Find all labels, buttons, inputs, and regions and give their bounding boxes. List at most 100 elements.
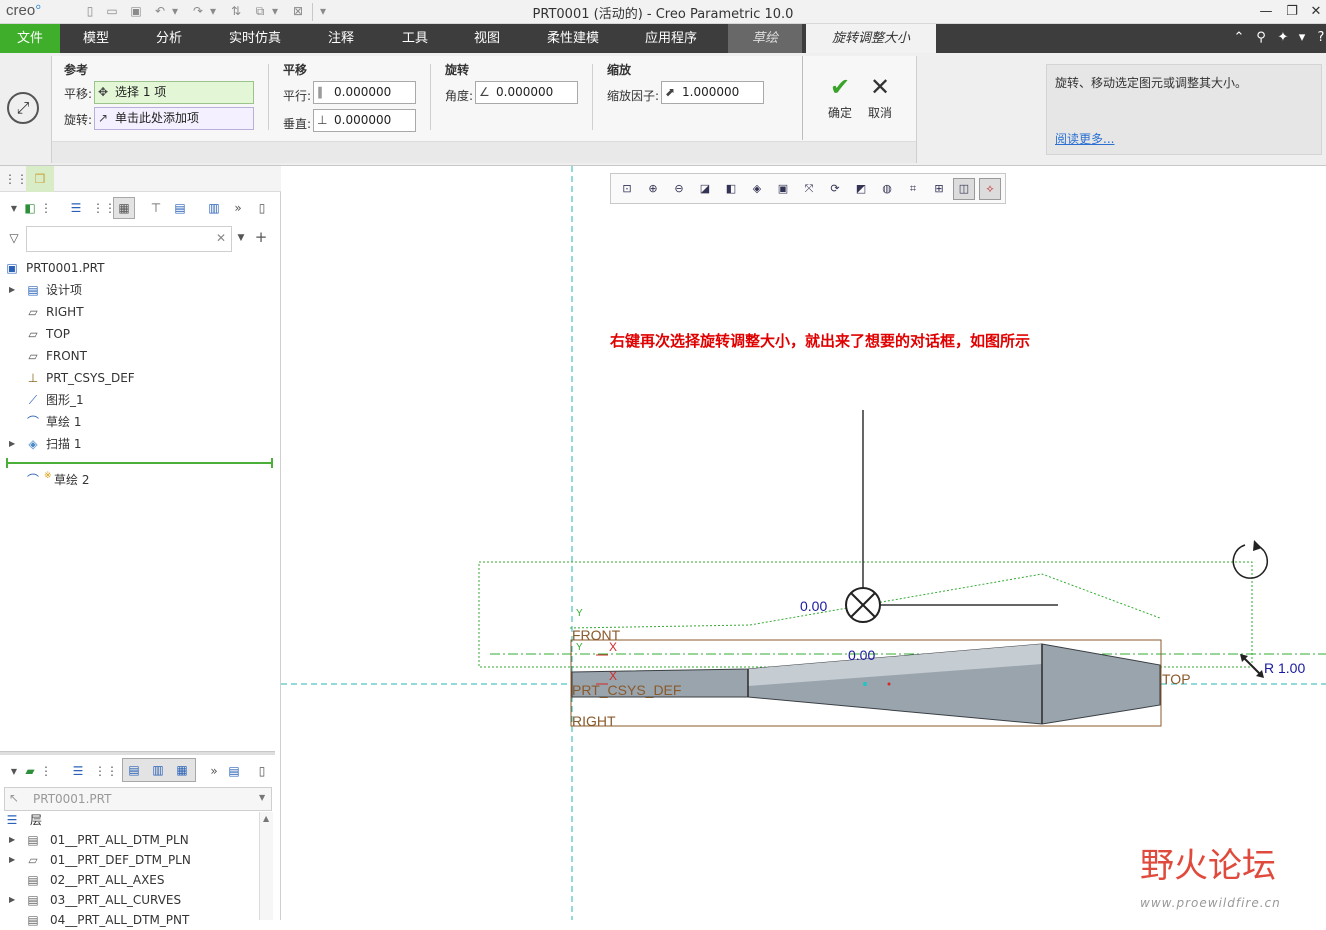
tab-live-simulation[interactable]: 实时仿真 — [218, 24, 292, 53]
parallel-input[interactable]: ∥ 0.000000 — [313, 81, 416, 104]
clear-search-icon[interactable]: ✕ — [213, 230, 229, 246]
expand-arrow-icon[interactable]: ▶ — [9, 830, 15, 850]
scroll-up-icon[interactable]: ▲ — [263, 814, 269, 823]
tab-analysis[interactable]: 分析 — [140, 24, 198, 53]
tree-item-csys[interactable]: ⊥ PRT_CSYS_DEF — [0, 367, 276, 389]
datum-display-icon[interactable]: ⌗ — [903, 180, 923, 198]
view-manager-icon[interactable]: ▣ — [773, 180, 793, 198]
tree-collapse-arrow-icon[interactable]: ▼ — [6, 201, 22, 217]
tree-item-graph[interactable]: ⟋ 图形_1 — [0, 389, 276, 411]
layer-list-icon[interactable]: ☰ — [70, 763, 86, 779]
tree-item-design-items[interactable]: ▶ ▤ 设计项 — [0, 279, 276, 301]
close-button[interactable]: ✕ — [1304, 2, 1326, 22]
ribbon-options-strip[interactable] — [52, 141, 916, 163]
layer-isolate-icon[interactable]: ▦ — [174, 762, 190, 778]
perpendicular-input[interactable]: ⊥ 0.000000 — [313, 109, 416, 132]
perspective-icon[interactable]: ⤧ — [799, 180, 819, 198]
tree-item-front[interactable]: ▱ FRONT — [0, 345, 276, 367]
minimize-button[interactable]: — — [1254, 2, 1278, 22]
section-icon[interactable]: ◩ — [851, 180, 871, 198]
expand-arrow-icon[interactable]: ▶ — [9, 279, 15, 301]
tab-tools[interactable]: 工具 — [386, 24, 444, 53]
model-tree-tab-icon[interactable]: ⋮⋮ — [4, 171, 28, 187]
tab-view[interactable]: 视图 — [458, 24, 516, 53]
display-style-icon[interactable]: ◧ — [721, 180, 741, 198]
tree-columns-icon[interactable]: ⋮⋮ — [92, 200, 116, 216]
tree-columns-setup-icon[interactable]: ▥ — [206, 200, 222, 216]
layer-root-item[interactable]: ☰ 层 — [0, 810, 262, 830]
layer-item[interactable]: ▶ ▤ 03__PRT_ALL_CURVES — [0, 890, 262, 910]
tree-item-sketch2[interactable]: ⌒ ※ 草绘 2 — [0, 469, 276, 491]
spin-center-icon[interactable]: ⟳ — [825, 180, 845, 198]
layer-model-selector[interactable]: ↖ PRT0001.PRT ▼ — [4, 787, 272, 811]
tree-filter-icon[interactable]: ⊤ — [148, 200, 164, 216]
read-more-link[interactable]: 阅读更多... — [1055, 130, 1114, 147]
rotate-collector[interactable]: ↗ 单击此处添加项 — [94, 107, 254, 130]
scale-handle-icon[interactable] — [1242, 656, 1262, 676]
appearance-icon[interactable]: ◍ — [877, 180, 897, 198]
tree-item-top[interactable]: ▱ TOP — [0, 323, 276, 345]
layer-options-icon[interactable]: ⋮ — [38, 763, 54, 779]
zoom-fit-icon[interactable]: ⊡ — [617, 180, 637, 198]
tree-list-icon[interactable]: ☰ — [68, 200, 84, 216]
layer-scrollbar[interactable]: ▲ — [259, 812, 273, 920]
expand-arrow-icon[interactable]: ▶ — [9, 890, 15, 910]
layer-tree-icon[interactable]: ▰ — [22, 763, 38, 779]
tree-root-item[interactable]: ▣ PRT0001.PRT — [0, 257, 276, 279]
zoom-out-icon[interactable]: ⊖ — [669, 180, 689, 198]
filter-dropdown-icon[interactable]: ▼ — [233, 230, 249, 246]
zoom-in-icon[interactable]: ⊕ — [643, 180, 663, 198]
annotation-display-icon[interactable]: ⊞ — [929, 180, 949, 198]
tree-settings-icon[interactable]: ▦ — [113, 197, 135, 219]
layer-collapse-arrow-icon[interactable]: ▼ — [6, 764, 22, 780]
tab-sketch[interactable]: 草绘 — [728, 24, 802, 53]
tree-item-sweep1[interactable]: ▶ ◈ 扫描 1 — [0, 433, 276, 455]
more-icon[interactable]: » — [230, 200, 246, 216]
layer-hide-icon[interactable]: ▥ — [150, 762, 166, 778]
more-icon[interactable]: » — [206, 763, 222, 779]
rotate-handle-icon[interactable] — [1232, 544, 1268, 579]
help-icon[interactable]: ? — [1312, 29, 1326, 47]
translate-collector[interactable]: ✥ 选择 1 项 — [94, 81, 254, 104]
tab-flexible-modeling[interactable]: 柔性建模 — [536, 24, 610, 53]
chevron-up-icon[interactable]: ⌃ — [1230, 29, 1248, 47]
tab-rotate-resize[interactable]: 旋转调整大小 — [806, 24, 936, 53]
layer-columns-icon[interactable]: ⋮⋮ — [94, 763, 118, 779]
angle-input[interactable]: ∠ 0.000000 — [475, 81, 578, 104]
layer-show-icon[interactable]: ▤ — [126, 762, 142, 778]
tree-item-right[interactable]: ▱ RIGHT — [0, 301, 276, 323]
dimension-left[interactable]: 0.00 — [800, 598, 827, 614]
layer-item[interactable]: ▶ ▱ 01__PRT_DEF_DTM_PLN — [0, 850, 262, 870]
settings-dropdown-icon[interactable]: ▾ — [1296, 29, 1308, 47]
tree-item-sketch1[interactable]: ⌒ 草绘 1 — [0, 411, 276, 433]
tree-document-icon[interactable]: ▯ — [254, 200, 270, 216]
tab-applications[interactable]: 应用程序 — [634, 24, 708, 53]
filter-icon[interactable]: ▽ — [6, 230, 22, 246]
expand-arrow-icon[interactable]: ▶ — [9, 850, 15, 870]
tree-search-input[interactable] — [26, 226, 232, 252]
dimension-center[interactable]: 0.00 — [848, 647, 875, 663]
sketch-view-icon[interactable]: ◫ — [953, 178, 975, 200]
panel-splitter[interactable] — [0, 751, 275, 755]
insert-here-line[interactable] — [6, 462, 273, 464]
layer-item[interactable]: ▤ 04__PRT_ALL_DTM_PNT — [0, 910, 262, 930]
layer-properties-icon[interactable]: ▤ — [226, 763, 242, 779]
scale-factor-input[interactable]: ⬈ 1.000000 — [661, 81, 764, 104]
maximize-button[interactable]: ❐ — [1280, 2, 1304, 22]
repaint-icon[interactable]: ◪ — [695, 180, 715, 198]
cancel-button[interactable]: ✕ 取消 — [862, 74, 898, 120]
layer-item[interactable]: ▶ ▤ 01__PRT_ALL_DTM_PLN — [0, 830, 262, 850]
expand-arrow-icon[interactable]: ▶ — [9, 433, 15, 455]
tab-file[interactable]: 文件 — [0, 24, 60, 53]
layer-item[interactable]: ▤ 02__PRT_ALL_AXES — [0, 870, 262, 890]
tab-model[interactable]: 模型 — [66, 24, 126, 53]
saved-views-icon[interactable]: ◈ — [747, 180, 767, 198]
model-tree-icon[interactable]: ◧ — [22, 200, 38, 216]
tree-show-icon[interactable]: ▤ — [172, 200, 188, 216]
ok-button[interactable]: ✔ 确定 — [823, 74, 857, 120]
tab-annotate[interactable]: 注释 — [312, 24, 370, 53]
graphics-window[interactable]: FRONT TOP RIGHT PRT_CSYS_DEF X X Y Y 0.0… — [281, 166, 1326, 920]
layer-document-icon[interactable]: ▯ — [254, 763, 270, 779]
add-icon[interactable]: + — [253, 229, 269, 245]
settings-icon[interactable]: ✦ — [1274, 29, 1292, 47]
